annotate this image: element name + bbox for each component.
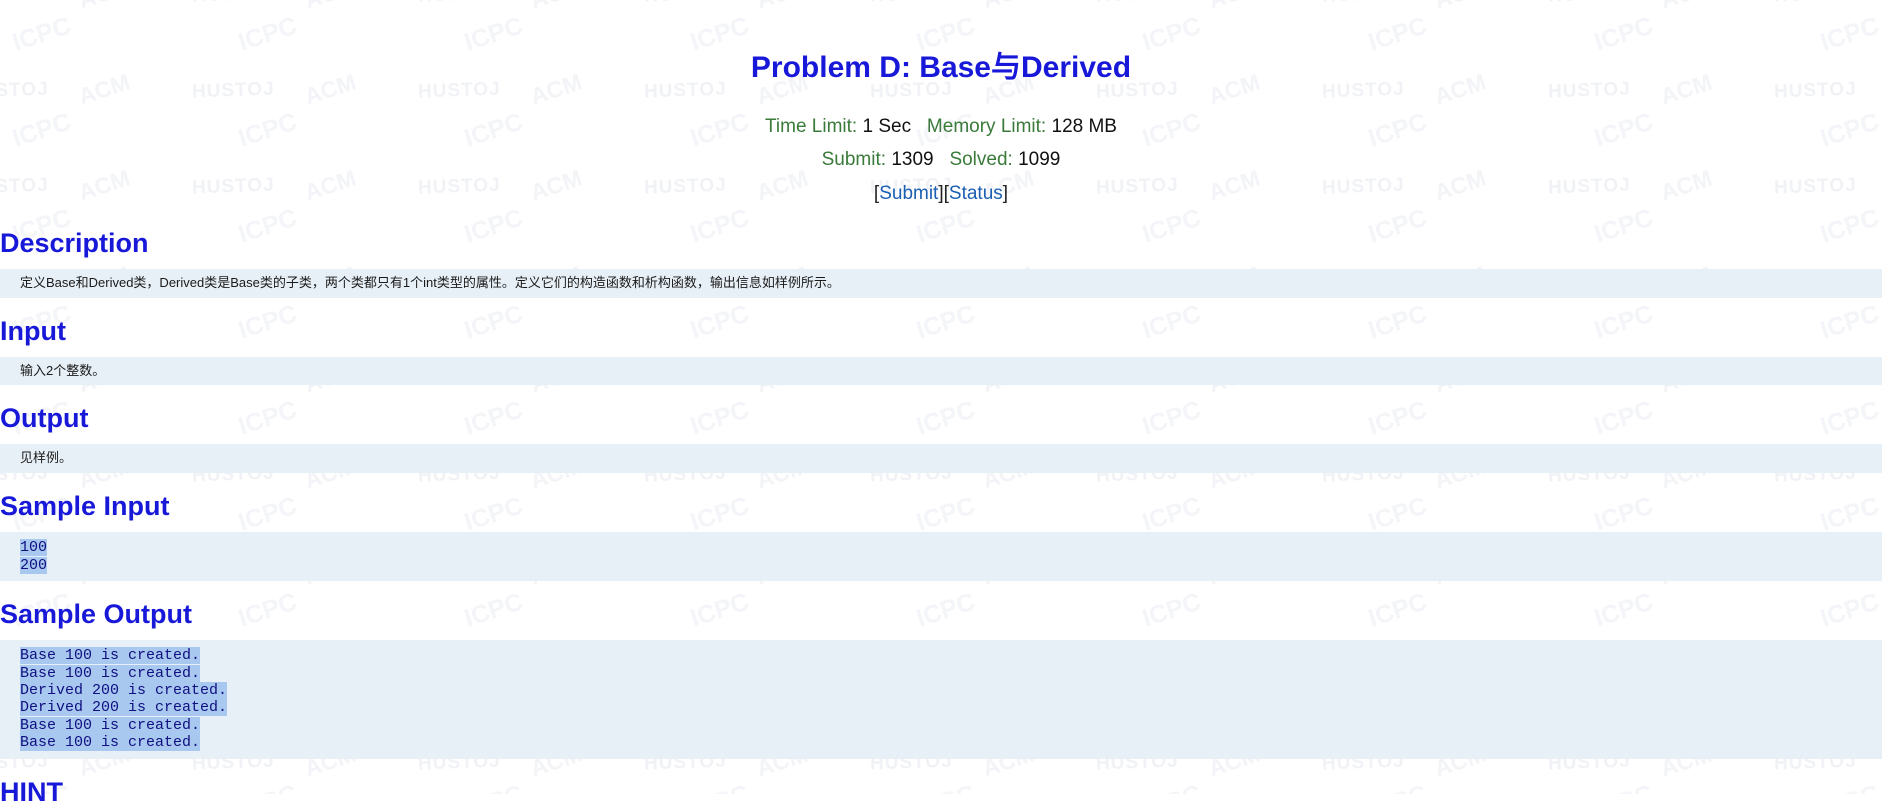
sample-output-block[interactable]: Base 100 is created. Base 100 is created.… [0,640,1882,759]
solved-count-label: Solved: [949,149,1013,171]
section-title-hint: HINT [0,776,63,807]
status-link[interactable]: Status [949,183,1003,204]
memory-limit-label: Memory Limit: [926,116,1047,137]
sample-output-line: Derived 200 is created. [20,681,1882,699]
sample-input-block[interactable]: 100 200 [0,532,1882,582]
section-title-sample-input: Sample Input [0,491,170,522]
description-body: 定义Base和Derived类，Derived类是Base类的子类，两个类都只有… [0,268,1882,298]
section-title-sample-output: Sample Output [0,599,193,630]
page-title: Problem D: Base与Derived [750,51,1132,84]
sample-output-line-text: Base 100 is created. [20,716,201,734]
problem-page: Problem D: Base与Derived Time Limit: 1 Se… [0,0,1882,808]
sample-output-line: Base 100 is created. [20,647,1882,665]
input-body: 输入2个整数。 [0,356,1882,386]
submit-count-label: Submit: [821,149,887,171]
sample-output-line-text: Derived 200 is created. [20,699,228,717]
limits-line: Time Limit: 1 Sec Memory Limit: 128 MB [0,110,1882,143]
output-body: 见样例。 [0,444,1882,474]
sample-output-line: Derived 200 is created. [20,699,1882,717]
sample-input-line: 200 [20,556,1882,574]
submit-link[interactable]: Submit [879,183,938,204]
time-limit-label: Time Limit: [765,116,858,137]
section-title-output: Output [0,403,89,434]
section-title-input: Input [0,315,66,346]
sample-output-line-text: Base 100 is created. [20,647,201,665]
section-title-description: Description [0,227,149,258]
sample-output-line-text: Base 100 is created. [20,664,201,682]
bracket-right-status: ] [1002,182,1009,204]
submit-count-value: 1309 [891,149,934,171]
counts-line: Submit: 1309 Solved: 1099 [0,143,1882,176]
sample-output-line: Base 100 is created. [20,716,1882,734]
sample-output-line: Base 100 is created. [20,734,1882,752]
sample-input-line: 100 [20,539,1882,557]
sample-output-line-text: Base 100 is created. [20,734,201,752]
time-limit-value: 1 Sec [862,116,912,137]
problem-header: Problem D: Base与Derived Time Limit: 1 Se… [0,0,1882,210]
action-links: [Submit][Status] [0,177,1882,210]
memory-limit-value: 128 MB [1051,116,1117,137]
sample-output-line-text: Derived 200 is created. [20,681,228,699]
sample-input-line-text: 100 [20,539,48,557]
solved-count-value: 1099 [1018,149,1061,171]
sample-output-line: Base 100 is created. [20,664,1882,682]
sample-input-line-text: 200 [20,556,48,574]
